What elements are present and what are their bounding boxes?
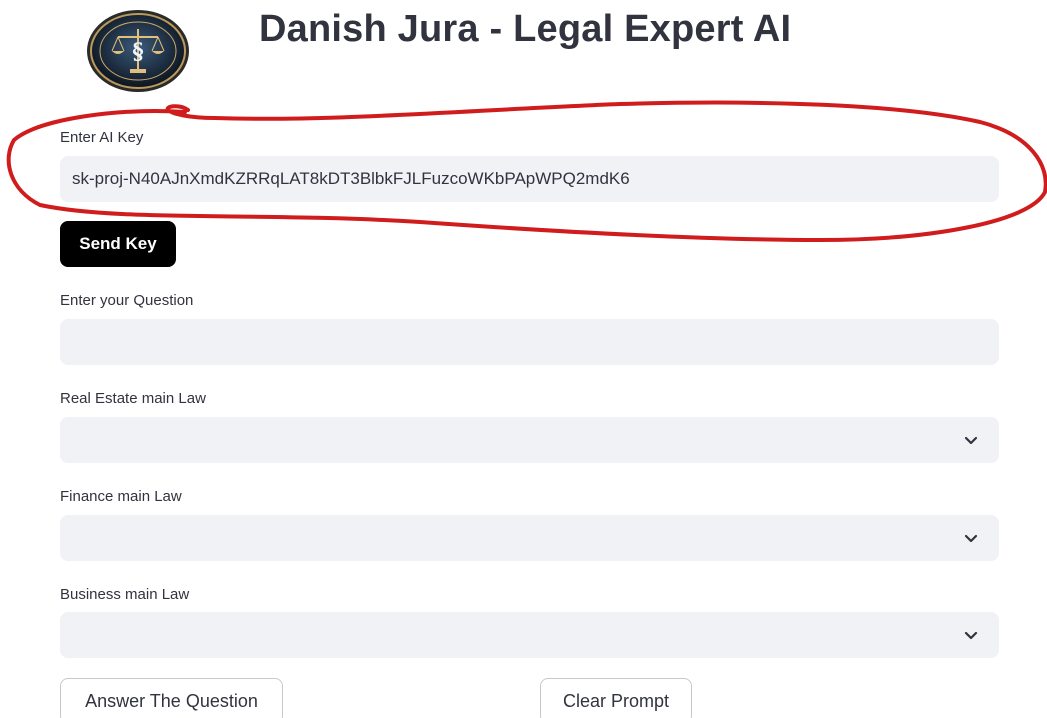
svg-text:§: § [132,39,144,65]
question-input[interactable] [72,319,987,365]
ai-key-field[interactable] [60,156,999,202]
question-label: Enter your Question [60,292,194,309]
chevron-down-icon [964,436,978,445]
finance-law-select[interactable] [60,515,999,561]
business-law-select[interactable] [60,612,999,658]
app-page: § Danish Jura - Legal Expert AI Enter AI… [0,0,1047,718]
page-title: Danish Jura - Legal Expert AI [259,8,792,50]
question-field[interactable] [60,319,999,365]
ai-key-input[interactable] [72,156,987,202]
real-estate-law-label: Real Estate main Law [60,390,206,407]
business-law-label: Business main Law [60,586,190,603]
finance-law-label: Finance main Law [60,488,182,505]
clear-prompt-button[interactable]: Clear Prompt [540,678,692,718]
chevron-down-icon [964,534,978,543]
real-estate-law-select[interactable] [60,417,999,463]
chevron-down-icon [964,631,978,640]
scales-of-justice-logo-icon: § [87,10,189,92]
ai-key-label: Enter AI Key [60,129,144,146]
send-key-button[interactable]: Send Key [60,221,176,267]
answer-question-button[interactable]: Answer The Question [60,678,283,718]
